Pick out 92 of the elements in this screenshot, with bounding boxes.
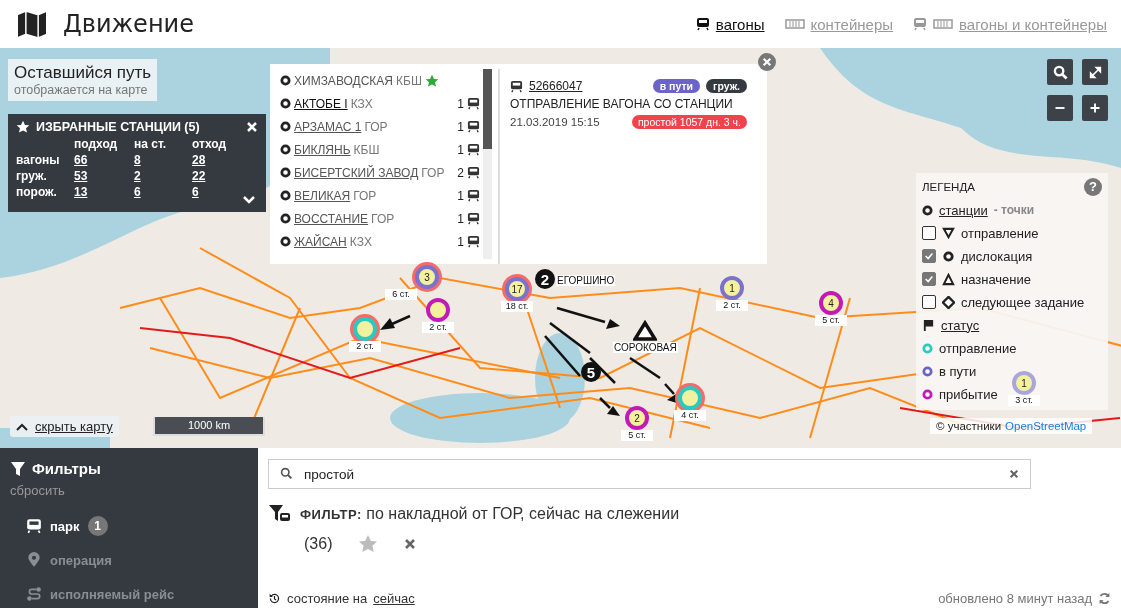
panel-title: ИЗБРАННЫЕ СТАНЦИИ (5) [36,120,200,134]
count-link[interactable]: 6 [134,185,141,199]
wagon-count: 1 [457,211,464,226]
station-name-label: СОРОКОВАЯ [613,342,678,353]
station-count-label: 2 ст. [349,341,381,352]
reset-link[interactable]: сбросить [10,483,248,498]
count-link[interactable]: 8 [134,153,141,167]
road-code: КЗХ [350,96,373,111]
station-count-label: 2 ст. [422,322,454,333]
legend-title: ЛЕГЕНДА [922,181,975,193]
status-label: в пути [939,363,977,379]
station-count-label: 6 ст. [385,289,417,300]
road-code: КБШ [396,73,422,88]
road-code: ГОР [371,211,395,226]
idle-time-badge: простой 1057 дн. 3 ч. [631,115,747,129]
station-cluster-marker[interactable]: 3 [415,265,439,289]
count-badge: 1 [87,516,108,536]
station-link[interactable]: ЖАЙСАН [294,234,347,249]
count-link[interactable]: 2 [134,169,141,183]
status-badge: в пути [652,79,700,93]
station-link[interactable]: ВЕЛИКАЯ [294,188,351,203]
wagon-count: 1 [457,188,464,203]
count-link[interactable]: 66 [74,153,88,167]
wagon-count: 1 [457,234,464,249]
status-label: прибытие [939,386,998,402]
station-link[interactable]: АРЗАМАС 1 [294,119,362,134]
wagon-count: 1 [457,119,464,134]
operation-datetime: 21.03.2019 15:15 [510,116,600,128]
road-code: КЗХ [349,234,372,249]
help-button[interactable]: ? [1084,178,1102,196]
wagon-count: 1 [457,142,464,157]
station-link[interactable]: ВОССТАНИЕ [294,211,369,226]
row-label: груж. [16,169,48,183]
road-code: ГОР [421,165,445,180]
station-cluster-marker[interactable]: 17 [505,277,529,301]
layer-label: назначение [961,271,1032,287]
road-code: ГОР [353,188,377,203]
map-scale-bar: 1000 km [153,417,265,436]
station-count-label: 2 ст. [716,300,748,311]
station-link[interactable]: АКТОБЕ I [294,96,348,111]
filter-description: ФИЛЬТР: по накладной от ГОР, сейчас на слежении [300,505,680,523]
station-link[interactable]: БИКЛЯНЬ [294,142,351,157]
station-count-label: 18 ст. [501,301,533,312]
station-link[interactable]: ХИМЗАВОДСКАЯ [294,73,393,88]
hide-map-button[interactable]: скрыть карту [10,416,119,437]
state-link[interactable]: сейчас [373,591,415,606]
status-badge: груж. [706,79,747,93]
column-header: на ст. [134,137,168,151]
item-label: операция [50,552,112,568]
status-link[interactable]: статус [941,317,980,333]
station-count-label: 3 ст. [1008,395,1040,406]
wagon-number-link[interactable]: 52666047 [529,79,583,93]
station-name-label: ЕГОРШИНО [556,275,616,286]
row-label: вагоны [16,153,61,167]
count-link[interactable]: 6 [192,185,199,199]
count-link[interactable]: 22 [192,169,206,183]
tab[interactable]: вагоны [695,15,765,33]
sidebar-item[interactable]: операция [10,546,248,574]
station-link[interactable]: БИСЕРТСКИЙ ЗАВОД [294,165,419,180]
column-header: отход [192,137,228,151]
layer-label: следующее задание [961,294,1085,310]
sidebar-title: Фильтры [32,460,101,477]
layer-label: дислокация [961,248,1033,264]
status-label: отправление [939,340,1017,356]
sidebar-item[interactable]: парк 1 [10,512,248,540]
count-link[interactable]: 28 [192,153,206,167]
station-count-label: 4 ст. [674,410,706,421]
updated-text: обновлено 8 минут назад [938,591,1092,606]
stations-link[interactable]: станции [939,202,988,218]
attribution-text: © участники [936,420,1002,432]
wagon-count: 1 [457,96,464,111]
count-link[interactable]: 53 [74,169,88,183]
page-title: Движение [63,10,194,38]
legend-text: - точки [993,203,1035,217]
road-code: ГОР [364,119,388,134]
station-count-label: 5 ст. [815,315,847,326]
panel-title: Оставшийся путь [14,63,152,83]
item-label: исполняемый рейс [50,586,175,602]
operation-text: ОТПРАВЛЕНИЕ ВАГОНА СО СТАНЦИИ [510,97,734,111]
search-field[interactable]: простой [268,459,1031,489]
item-label: парк [50,518,80,534]
result-count: (36) [304,535,333,553]
count-link[interactable]: 13 [74,185,88,199]
wagon-count: 2 [457,165,464,180]
layer-label: отправление [961,225,1039,241]
attribution-link[interactable]: OpenStreetMap [1005,420,1087,432]
column-header: подход [74,137,119,151]
row-label: порож. [16,185,58,199]
station-count-label: 5 ст. [621,430,653,441]
road-code: КБШ [353,142,380,157]
panel-subtitle: отображается на карте [14,83,149,97]
state-label: состояние на [287,591,368,606]
